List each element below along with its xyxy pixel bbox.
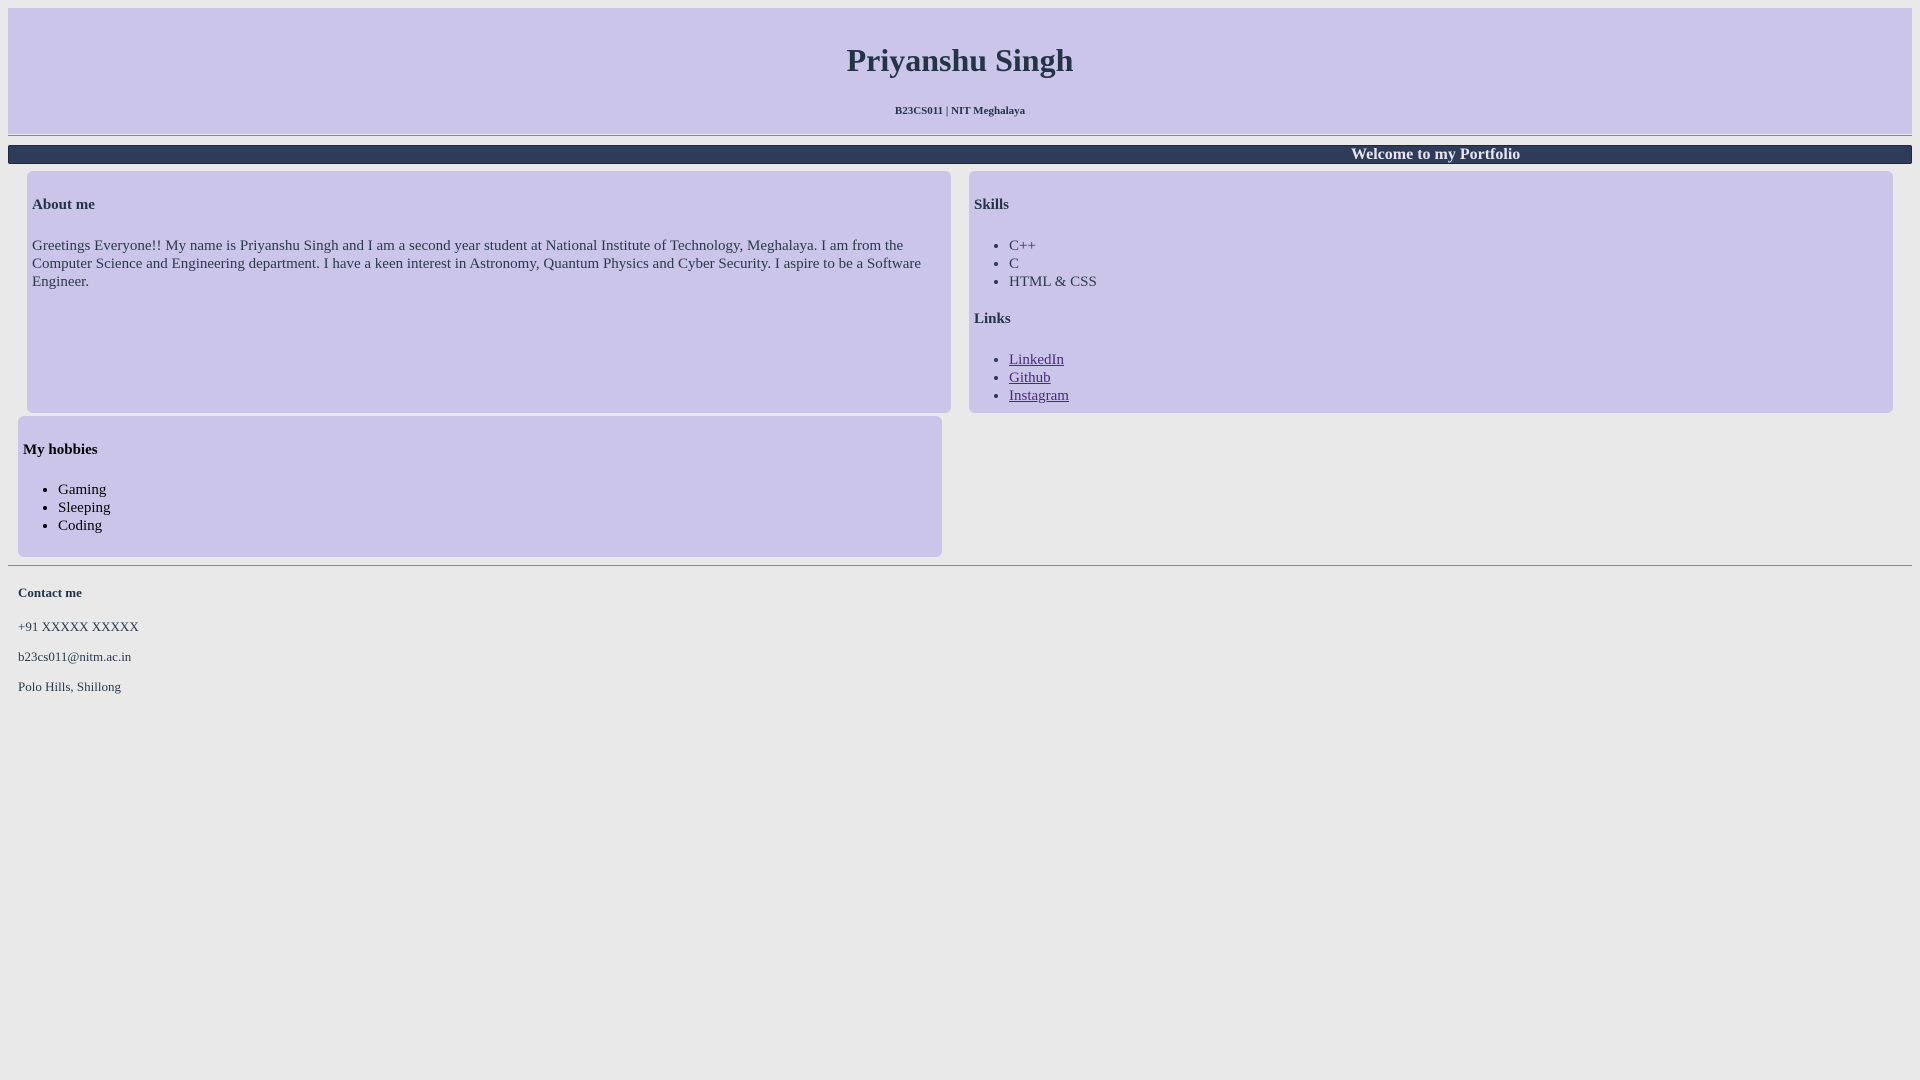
skills-card: Skills C++ C HTML & CSS Links LinkedIn G… — [969, 171, 1893, 413]
skill-item: C++ — [1009, 237, 1097, 255]
skill-item: HTML & CSS — [1009, 273, 1097, 291]
welcome-banner-text: Welcome to my Portfolio — [1351, 146, 1521, 163]
link-item: Instagram — [1009, 387, 1069, 405]
links-heading: Links — [974, 311, 1011, 327]
skills-heading: Skills — [974, 197, 1010, 213]
contact-email: b23cs011@nitm.ac.in — [18, 649, 132, 664]
page-header: Priyanshu Singh B23CS011 | NIT Meghalaya — [8, 8, 1912, 134]
contact-phone: +91 XXXXX XXXXX — [18, 619, 139, 634]
page-subtitle: B23CS011 | NIT Meghalaya — [894, 105, 1026, 117]
contact-address: Polo Hills, Shillong — [18, 679, 121, 694]
about-text: Greetings Everyone!! My name is Priyansh… — [32, 238, 922, 290]
link-item: Github — [1009, 369, 1069, 387]
hobby-item: Sleeping — [58, 499, 111, 517]
skill-item: C — [1009, 255, 1097, 273]
skills-list: C++ C HTML & CSS — [969, 237, 1097, 291]
header-divider — [8, 135, 1912, 136]
hobby-item: Coding — [58, 517, 111, 535]
hobby-item: Gaming — [58, 481, 111, 499]
about-heading: About me — [32, 197, 95, 213]
linkedin-link[interactable]: LinkedIn — [1009, 352, 1064, 368]
links-list: LinkedIn Github Instagram — [969, 351, 1069, 405]
instagram-link[interactable]: Instagram — [1009, 388, 1069, 404]
about-card: About me Greetings Everyone!! My name is… — [27, 171, 951, 413]
hobbies-card: My hobbies Gaming Sleeping Coding — [18, 416, 942, 557]
portfolio-page: Priyanshu Singh B23CS011 | NIT Meghalaya… — [0, 0, 1920, 1080]
contact-heading: Contact me — [18, 585, 82, 600]
github-link[interactable]: Github — [1009, 370, 1051, 386]
page-title: Priyanshu Singh — [846, 42, 1074, 78]
footer-divider — [8, 565, 1912, 566]
hobbies-heading: My hobbies — [23, 442, 98, 458]
hobbies-list: Gaming Sleeping Coding — [18, 481, 111, 535]
welcome-banner: Welcome to my Portfolio — [8, 145, 1912, 164]
link-item: LinkedIn — [1009, 351, 1069, 369]
